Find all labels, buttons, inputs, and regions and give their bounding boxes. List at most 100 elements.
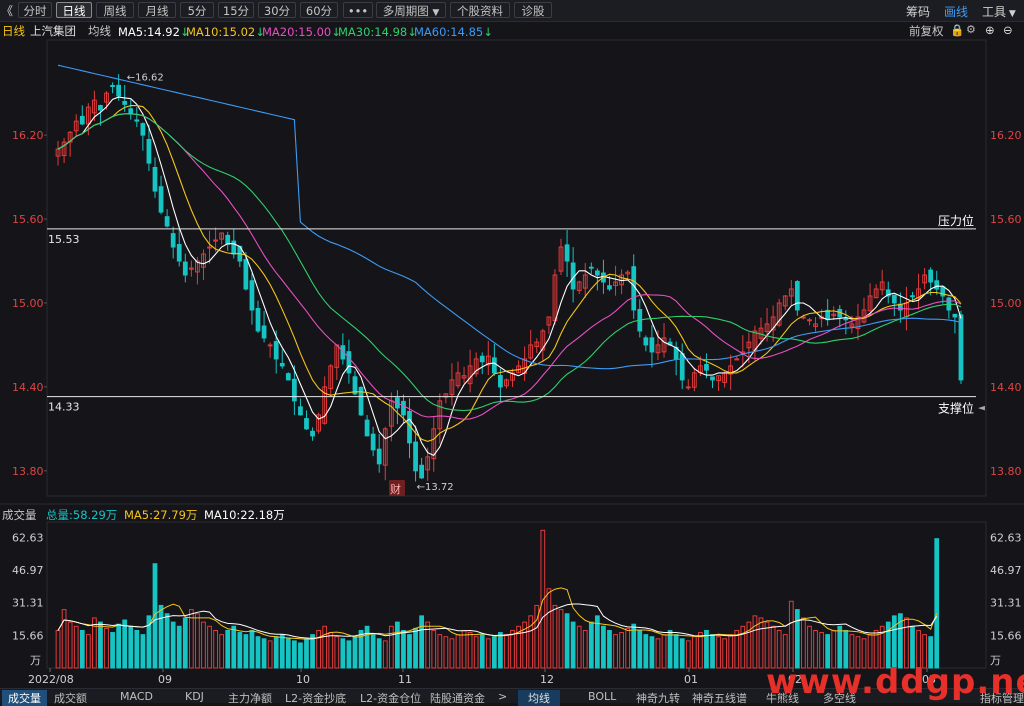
volume-bar [528, 615, 534, 669]
volume-unit-left: 万 [30, 654, 41, 667]
volume-bar [267, 640, 273, 669]
volume-bar [273, 636, 279, 669]
volume-bar [473, 636, 479, 669]
candle-body [291, 378, 297, 402]
candle-body [710, 376, 715, 381]
volume-bar [655, 638, 661, 669]
volume-bar [182, 617, 188, 669]
candle-body [146, 139, 152, 164]
volume-bar [455, 634, 461, 669]
volume-total: 总量:58.29万 [46, 508, 118, 522]
indicator-tab[interactable]: BOLL [588, 690, 616, 703]
volume-bar [498, 632, 503, 669]
candle-body [140, 123, 146, 136]
volume-bar [195, 613, 200, 669]
candle-body [122, 100, 128, 105]
volume-bar [685, 640, 691, 669]
candle-body [807, 319, 812, 322]
volume-bar [164, 613, 170, 669]
volume-bar [576, 625, 582, 669]
indicator-tab[interactable]: 成交额 [54, 690, 87, 706]
volume-bar [570, 621, 576, 669]
candle-body [98, 105, 103, 111]
indicator-tab[interactable]: MACD [120, 690, 153, 703]
indicator-tab[interactable]: > [498, 690, 507, 703]
indicator-tab[interactable]: KDJ [185, 690, 204, 703]
candle-body [934, 280, 940, 290]
volume-bar [285, 638, 291, 669]
volume-bar [758, 617, 764, 669]
candle-body [134, 119, 140, 122]
volume-bar [546, 588, 552, 669]
candle-body [279, 362, 285, 367]
volume-bar [673, 634, 679, 669]
volume-bar [752, 615, 758, 669]
volume-ma5: MA5:27.79万 [124, 508, 198, 522]
indicator-tab[interactable]: 陆股通资金 [430, 690, 485, 706]
volume-tick-right: 62.63 [990, 531, 1022, 544]
volume-bar [401, 629, 406, 669]
volume-bar [134, 629, 140, 669]
indicator-tab[interactable]: 神奇五线谱 [692, 690, 747, 706]
price-tick-right: 16.20 [990, 129, 1022, 142]
volume-bar [479, 634, 485, 669]
candle-body [419, 464, 425, 479]
volume-tick-left: 15.66 [12, 629, 44, 642]
price-tick-right: 15.00 [990, 297, 1022, 310]
candle-body [734, 358, 740, 361]
volume-bar [891, 615, 897, 669]
volume-bar [122, 619, 128, 669]
candle-body [588, 266, 594, 269]
candle-body [594, 270, 600, 276]
candle-body [267, 344, 273, 347]
candle-body [207, 246, 212, 249]
candle-body [164, 216, 170, 227]
volume-bar [619, 632, 624, 669]
volume-bar [316, 629, 321, 669]
price-tick-left: 16.20 [12, 129, 44, 142]
volume-bar [219, 634, 225, 669]
volume-tick-right: 31.31 [990, 597, 1022, 610]
volume-bar [467, 632, 473, 669]
volume-tick-right: 46.97 [990, 564, 1022, 577]
volume-bar [716, 636, 721, 669]
price-tick-right: 15.60 [990, 213, 1022, 226]
price-tick-left: 15.00 [12, 297, 44, 310]
candle-body [491, 357, 497, 374]
indicator-tab[interactable]: 主力净额 [228, 690, 272, 706]
volume-bar [85, 634, 91, 669]
volume-bar [649, 636, 655, 669]
date-label: 2022/08 [28, 673, 74, 686]
price-panel [46, 39, 987, 497]
volume-bar [413, 627, 418, 669]
volume-bar [140, 634, 146, 669]
volume-bar [346, 640, 352, 669]
volume-ma10: MA10:22.18万 [204, 508, 285, 522]
indicator-tab[interactable]: L2-资金抄底 [285, 690, 346, 706]
volume-bar [98, 621, 103, 669]
indicator-tab[interactable]: 均线 [518, 690, 560, 706]
volume-bar [491, 636, 497, 669]
volume-bar [698, 632, 703, 669]
candle-body [346, 351, 352, 374]
volume-bar [279, 634, 285, 669]
indicator-tab[interactable]: 神奇九转 [636, 690, 680, 706]
volume-bar [661, 634, 667, 669]
candle-body [910, 295, 915, 298]
volume-bar [419, 615, 425, 669]
volume-bar [61, 609, 67, 669]
volume-bar [255, 636, 261, 669]
support-label: 支撑位 [938, 401, 974, 416]
candle-body [564, 244, 570, 262]
indicator-tab[interactable]: L2-资金仓位 [360, 690, 421, 706]
volume-bar [201, 621, 206, 669]
volume-bar [643, 634, 649, 669]
date-label: 10 [296, 673, 310, 686]
volume-bar [334, 636, 340, 669]
volume-bar [734, 629, 740, 669]
volume-bar [328, 632, 334, 669]
kline-chart[interactable]: 15.53 压力位 14.33 支撑位 ◄ ←16.62 ←13.72 财 16.20 16.2… [0, 0, 1024, 702]
volume-bar [304, 638, 309, 669]
indicator-tab[interactable]: 成交量 [2, 690, 47, 706]
volume-bar [625, 627, 631, 669]
